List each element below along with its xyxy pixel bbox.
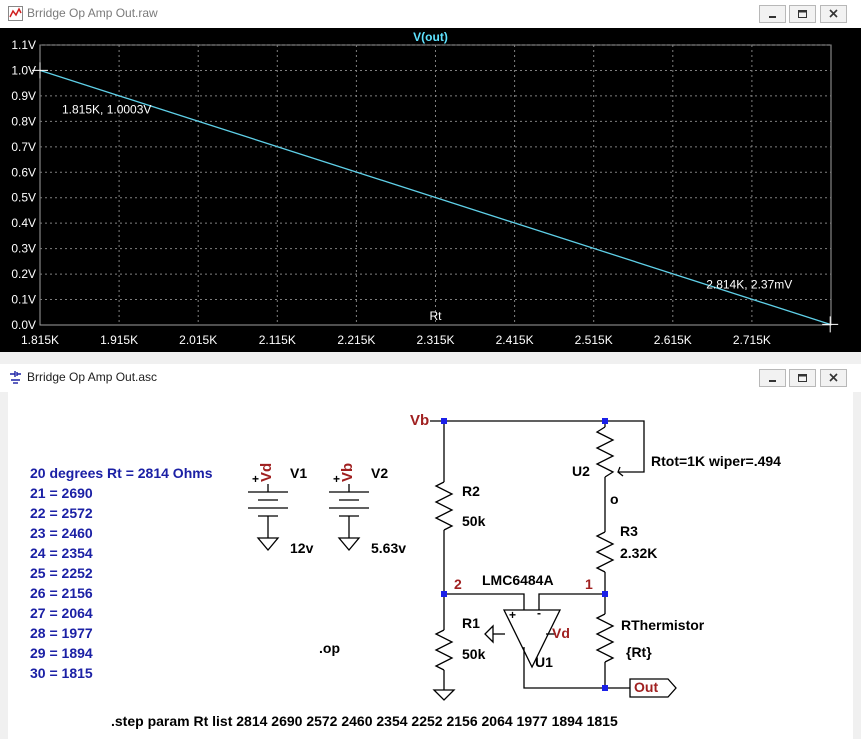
u2-params[interactable]: Rtot=1K wiper=.494 <box>651 453 781 469</box>
table-row: 26 = 2156 <box>30 585 93 601</box>
schematic-maximize-button[interactable] <box>789 369 816 387</box>
x-tick-label: 2.215K <box>337 333 375 347</box>
plot-area[interactable]: V(out) 0.0V 0.1V 0.2V 0.3V 0.4V 0.5V 0.6V 0.7V 0… <box>0 28 861 352</box>
y-tick-label: 0.5V <box>11 191 36 205</box>
y-tick-label: 0.4V <box>11 216 36 230</box>
thermistor-name[interactable]: RThermistor <box>621 617 704 633</box>
x-tick-label: 1.915K <box>100 333 138 347</box>
v1-name[interactable]: V1 <box>290 465 307 481</box>
table-row: 22 = 2572 <box>30 505 93 521</box>
node1-label: 1 <box>585 576 593 592</box>
schematic-window-titlebar[interactable]: Brridge Op Amp Out.asc <box>0 364 861 392</box>
y-tick-label: 0.0V <box>11 318 36 332</box>
thermistor-value[interactable]: {Rt} <box>626 644 652 660</box>
r3-value[interactable]: 2.32K <box>620 545 657 561</box>
vd-net-label[interactable]: Vd <box>552 625 570 641</box>
y-tick-label: 0.3V <box>11 242 36 256</box>
close-button[interactable] <box>820 5 847 23</box>
opamp-minus-pin: - <box>537 606 541 620</box>
close-icon <box>829 373 838 382</box>
step-directive[interactable]: .step param Rt list 2814 2690 2572 2460 … <box>111 713 618 729</box>
x-tick-label: 2.315K <box>416 333 454 347</box>
table-row: 28 = 1977 <box>30 625 93 641</box>
schematic-close-button[interactable] <box>820 369 847 387</box>
table-row: 20 degrees Rt = 2814 Ohms <box>30 465 213 481</box>
v1-net-label[interactable]: Vd <box>258 463 275 482</box>
table-row: 27 = 2064 <box>30 605 93 621</box>
r2-value[interactable]: 50k <box>462 513 485 529</box>
plot-window-titlebar[interactable]: Brridge Op Amp Out.raw <box>0 0 861 28</box>
maximize-button[interactable] <box>789 5 816 23</box>
minimize-icon <box>769 380 776 382</box>
x-tick-label: 2.615K <box>654 333 692 347</box>
opamp-plus-pin: + <box>509 608 517 622</box>
y-tick-label: 0.1V <box>11 293 36 307</box>
v2-name[interactable]: V2 <box>371 465 388 481</box>
x-tick-label: 2.515K <box>575 333 613 347</box>
cursor-2 <box>822 316 839 333</box>
node2-label: 2 <box>454 576 462 592</box>
plot-window: Brridge Op Amp Out.raw V(out) 0.0V 0.1V 0.… <box>0 0 861 352</box>
x-tick-label: 2.115K <box>259 333 296 347</box>
table-row: 24 = 2354 <box>30 545 93 561</box>
annotation-label: 1.815K, 1.0003V <box>62 102 151 116</box>
schematic-icon <box>10 371 21 384</box>
y-tick-label: 0.8V <box>11 114 36 128</box>
table-row: 25 = 2252 <box>30 565 93 581</box>
close-icon <box>829 9 838 18</box>
window-gap <box>0 352 861 364</box>
r2-name[interactable]: R2 <box>462 483 480 499</box>
x-tick-label: 2.415K <box>496 333 534 347</box>
table-row: 29 = 1894 <box>30 645 93 661</box>
out-net-label[interactable]: Out <box>634 679 658 695</box>
x-tick-label: 2.015K <box>179 333 217 347</box>
op-directive[interactable]: .op <box>319 640 340 656</box>
r1-name[interactable]: R1 <box>462 615 480 631</box>
opamp-name[interactable]: U1 <box>535 654 553 670</box>
y-tick-label: 1.1V <box>11 38 36 52</box>
minimize-icon <box>769 16 776 18</box>
r1-value[interactable]: 50k <box>462 646 485 662</box>
y-tick-label: 0.7V <box>11 140 36 154</box>
schematic-minimize-button[interactable] <box>759 369 786 387</box>
u2-name[interactable]: U2 <box>572 463 590 479</box>
waveform-chart[interactable]: 0.0V 0.1V 0.2V 0.3V 0.4V 0.5V 0.6V 0.7V 0.8V 0.9V… <box>0 28 861 352</box>
v2-plus-sign: + <box>333 472 341 486</box>
schematic-canvas[interactable]: 20 degrees Rt = 2814 Ohms 21 = 2690 22 =… <box>8 392 853 739</box>
v1-value[interactable]: 12v <box>290 540 313 556</box>
table-row: 21 = 2690 <box>30 485 93 501</box>
plot-window-title: Brridge Op Amp Out.raw <box>27 6 158 20</box>
vb-net-label[interactable]: Vb <box>410 412 429 429</box>
y-tick-label: 0.9V <box>11 89 36 103</box>
table-row: 23 = 2460 <box>30 525 93 541</box>
opamp-model[interactable]: LMC6484A <box>482 572 554 588</box>
v1-plus-sign: + <box>252 472 260 486</box>
minimize-button[interactable] <box>759 5 786 23</box>
maximize-icon <box>798 10 807 18</box>
table-row: 30 = 1815 <box>30 665 93 681</box>
y-tick-label: 0.2V <box>11 267 36 281</box>
schematic-window-title: Brridge Op Amp Out.asc <box>27 370 158 384</box>
annotation-label: 2.814K, 2.37mV <box>706 277 792 291</box>
maximize-icon <box>798 374 807 382</box>
x-tick-label: 1.815K <box>21 333 59 347</box>
circuit-drawing <box>248 418 677 701</box>
u2-wiper-label: o <box>610 491 619 507</box>
x-axis-label: Rt <box>430 309 443 323</box>
v2-net-label[interactable]: Vb <box>339 463 356 482</box>
waveform-icon <box>8 6 23 21</box>
r3-name[interactable]: R3 <box>620 523 638 539</box>
y-tick-label: 0.6V <box>11 165 36 179</box>
x-tick-label: 2.715K <box>733 333 771 347</box>
v2-value[interactable]: 5.63v <box>371 540 406 556</box>
